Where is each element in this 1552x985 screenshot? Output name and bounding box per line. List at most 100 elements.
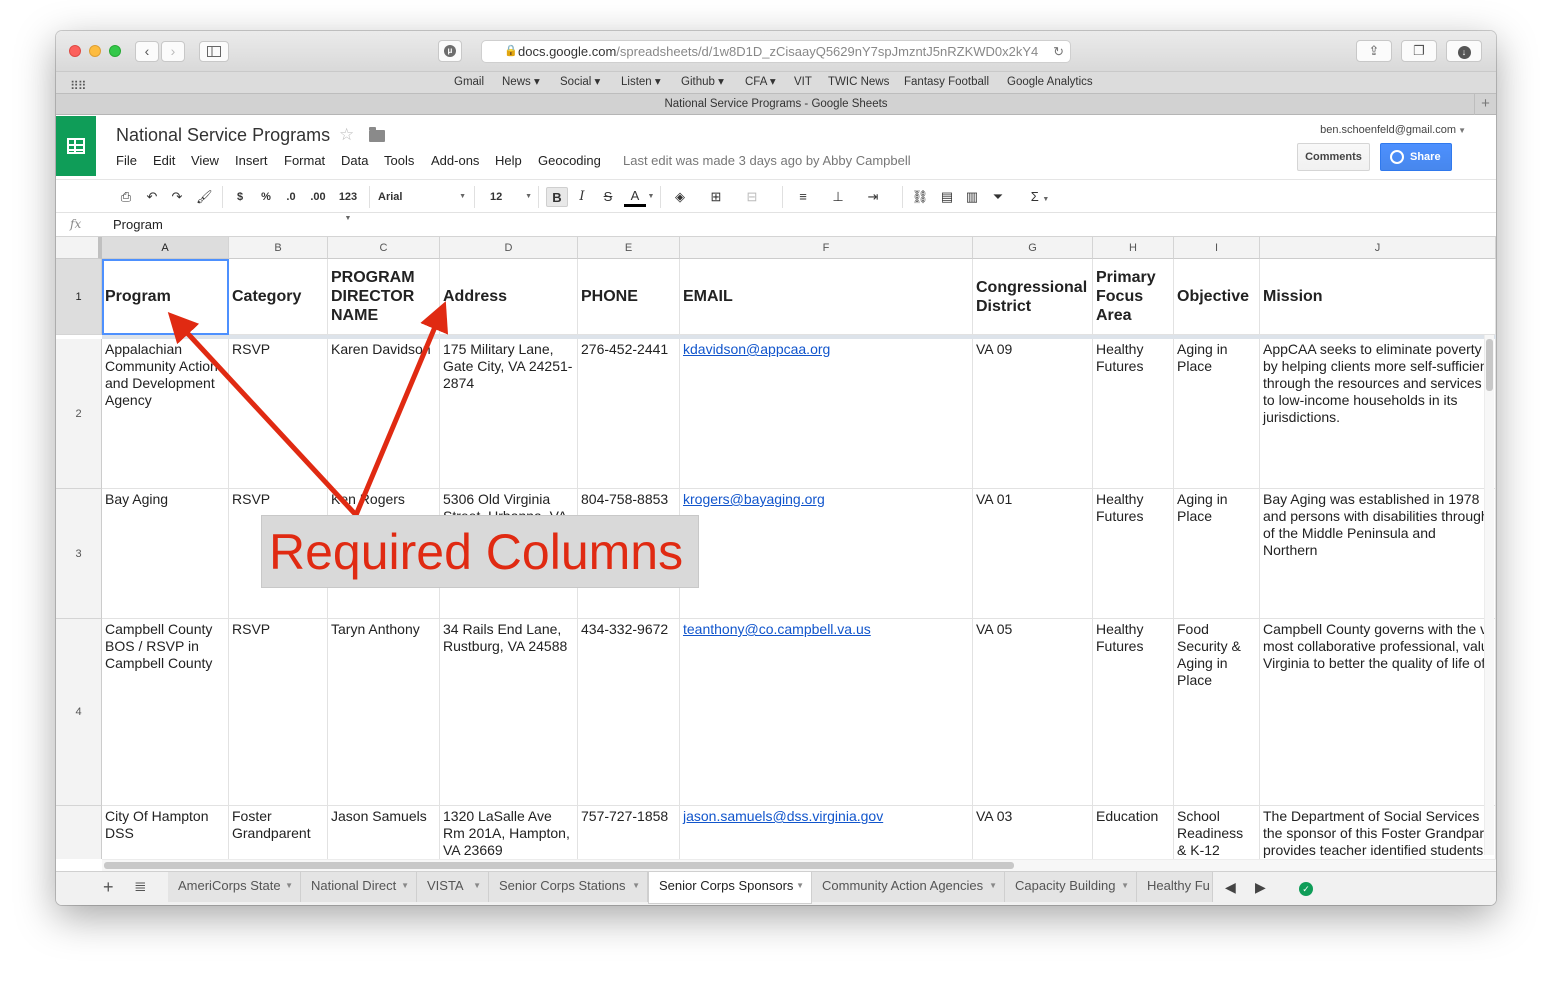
paint-format-icon[interactable]: 🖌 — [196, 187, 213, 207]
header-cell-program[interactable]: Program — [102, 259, 229, 335]
row-header-4[interactable]: 4 — [56, 619, 102, 806]
column-header-h[interactable]: H — [1093, 237, 1174, 259]
bookmark-cfa[interactable]: CFA ▾ — [745, 72, 776, 93]
menu-tools[interactable]: Tools — [384, 153, 414, 168]
show-tabs-button[interactable]: ❐ — [1401, 40, 1437, 62]
reload-icon[interactable]: ↻ — [1053, 41, 1064, 62]
minimize-window-button[interactable] — [89, 45, 101, 57]
column-header-f[interactable]: F — [680, 237, 973, 259]
horizontal-scrollbar[interactable] — [102, 859, 1496, 871]
column-header-i[interactable]: I — [1174, 237, 1260, 259]
undo-icon[interactable]: ↶ — [144, 187, 160, 207]
column-header-b[interactable]: B — [229, 237, 328, 259]
table-cell[interactable]: RSVP — [229, 339, 328, 489]
text-color-button[interactable]: A — [624, 187, 646, 207]
menu-view[interactable]: View — [191, 153, 219, 168]
menu-edit[interactable]: Edit — [153, 153, 175, 168]
caret-down-icon[interactable]: ▼ — [1121, 872, 1129, 900]
table-cell[interactable]: Campbell County BOS / RSVP in Campbell C… — [102, 619, 229, 806]
caret-down-icon[interactable]: ▼ — [632, 872, 640, 900]
percent-format-button[interactable]: % — [258, 187, 274, 207]
header-cell-program-director-name[interactable]: PROGRAM DIRECTOR NAME — [328, 259, 440, 335]
all-sheets-icon[interactable]: ≣ — [134, 877, 147, 895]
decrease-decimal-button[interactable]: .0 — [282, 187, 300, 207]
scroll-tabs-left-icon[interactable]: ◀ — [1225, 879, 1236, 896]
bold-button[interactable]: B — [546, 187, 568, 207]
share-page-button[interactable]: ⇪ — [1356, 40, 1392, 62]
address-bar[interactable]: 🔒 docs.google.com/spreadsheets/d/1w8D1D_… — [481, 40, 1071, 63]
bookmark-twic-news[interactable]: TWIC News — [828, 72, 889, 93]
fill-color-icon[interactable]: ◈ — [670, 187, 690, 207]
table-cell[interactable]: Taryn Anthony — [328, 619, 440, 806]
insert-chart-icon[interactable]: ▥ — [962, 187, 982, 207]
downloads-button[interactable]: ↓ — [1446, 40, 1482, 62]
sheet-tab-national-direct[interactable]: National Direct ▼ — [301, 872, 417, 902]
functions-button[interactable]: Σ ▼ — [1026, 187, 1054, 207]
close-window-button[interactable] — [69, 45, 81, 57]
bookmark-news[interactable]: News ▾ — [502, 72, 540, 93]
insert-link-icon[interactable]: ⛓ — [910, 187, 930, 207]
new-tab-button[interactable]: + — [1474, 94, 1496, 115]
check-icon[interactable]: ✓ — [1299, 882, 1313, 896]
vertical-scroll-thumb[interactable] — [1486, 339, 1493, 391]
add-sheet-icon[interactable]: + — [103, 877, 114, 898]
sheet-tab-senior-corps-stations[interactable]: Senior Corps Stations ▼ — [489, 872, 648, 902]
caret-down-icon[interactable]: ▼ — [989, 872, 997, 900]
table-cell[interactable]: Bay Aging was established in 1978 and pe… — [1260, 489, 1496, 619]
header-cell-objective[interactable]: Objective — [1174, 259, 1260, 335]
table-cell[interactable]: 434-332-9672 — [578, 619, 680, 806]
table-cell[interactable]: School Readiness & K-12 — [1174, 806, 1260, 859]
back-button[interactable]: ‹ — [135, 41, 159, 62]
table-cell[interactable]: 34 Rails End Lane, Rustburg, VA 24588 — [440, 619, 578, 806]
table-cell[interactable]: Karen Davidson — [328, 339, 440, 489]
header-cell-primary-focus-area[interactable]: Primary Focus Area — [1093, 259, 1174, 335]
last-edit-link[interactable]: Last edit was made 3 days ago by Abby Ca… — [623, 153, 911, 168]
sheet-tab-americorps-state[interactable]: AmeriCorps State ▼ — [168, 872, 301, 902]
align-left-icon[interactable]: ≡ — [793, 187, 813, 207]
table-cell[interactable]: VA 05 — [973, 619, 1093, 806]
header-cell-address[interactable]: Address — [440, 259, 578, 335]
bookmark-listen[interactable]: Listen ▾ — [621, 72, 661, 93]
account-email[interactable]: ben.schoenfeld@gmail.com — [1320, 124, 1456, 136]
table-cell[interactable]: VA 09 — [973, 339, 1093, 489]
email-link[interactable]: kdavidson@appcaa.org — [680, 339, 973, 489]
bookmark-google-analytics[interactable]: Google Analytics — [1007, 72, 1093, 93]
scroll-tabs-right-icon[interactable]: ▶ — [1255, 879, 1266, 896]
sheet-tab-capacity-building[interactable]: Capacity Building ▼ — [1005, 872, 1137, 902]
sheet-tab-senior-corps-sponsors[interactable]: Senior Corps Sponsors ▼ — [648, 872, 812, 904]
table-cell[interactable]: Aging in Place — [1174, 489, 1260, 619]
column-header-d[interactable]: D — [440, 237, 578, 259]
menu-insert[interactable]: Insert — [235, 153, 268, 168]
table-cell[interactable]: Foster Grandparent — [229, 806, 328, 859]
row-header-5[interactable] — [56, 806, 102, 859]
table-cell[interactable]: Healthy Futures — [1093, 619, 1174, 806]
column-header-e[interactable]: E — [578, 237, 680, 259]
borders-icon[interactable]: ⊞ — [706, 187, 726, 207]
chevron-down-icon[interactable]: ▼ — [1458, 126, 1466, 135]
table-cell[interactable]: 175 Military Lane, Gate City, VA 24251-2… — [440, 339, 578, 489]
row-header-3[interactable]: 3 — [56, 489, 102, 619]
sidebar-toggle-button[interactable] — [199, 41, 229, 62]
menu-help[interactable]: Help — [495, 153, 522, 168]
select-all-corner[interactable] — [56, 237, 102, 259]
insert-comment-icon[interactable]: ▤ — [937, 187, 957, 207]
table-cell[interactable]: Campbell County governs with the v most … — [1260, 619, 1496, 806]
email-link[interactable]: krogers@bayaging.org — [680, 489, 973, 619]
menu-geocoding[interactable]: Geocoding — [538, 153, 601, 168]
bookmark-social[interactable]: Social ▾ — [560, 72, 600, 93]
currency-format-button[interactable]: $ — [232, 187, 248, 207]
table-cell[interactable]: VA 01 — [973, 489, 1093, 619]
row-header-1[interactable]: 1 — [56, 259, 102, 335]
vertical-scrollbar[interactable] — [1484, 335, 1494, 855]
header-cell-congressional-district[interactable]: Congressional District — [973, 259, 1093, 335]
header-cell-phone[interactable]: PHONE — [578, 259, 680, 335]
table-cell[interactable]: AppCAA seeks to eliminate poverty by hel… — [1260, 339, 1496, 489]
redo-icon[interactable]: ↷ — [169, 187, 185, 207]
table-cell[interactable]: Bay Aging — [102, 489, 229, 619]
table-cell[interactable]: Healthy Futures — [1093, 489, 1174, 619]
horizontal-scroll-thumb[interactable] — [104, 862, 1014, 869]
header-cell-email[interactable]: EMAIL — [680, 259, 973, 335]
caret-down-icon[interactable]: ▼ — [796, 872, 804, 900]
star-icon[interactable]: ☆ — [339, 125, 354, 145]
browser-tab[interactable]: National Service Programs - Google Sheet… — [56, 93, 1496, 115]
